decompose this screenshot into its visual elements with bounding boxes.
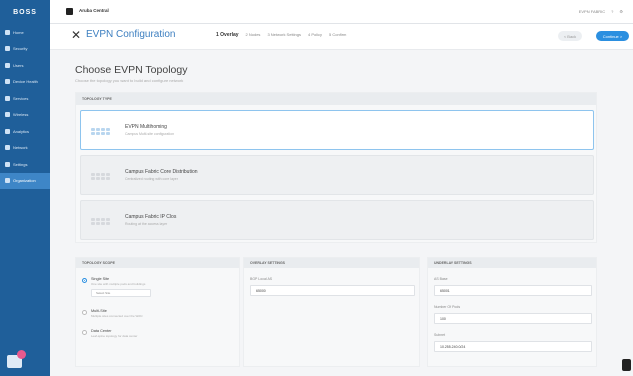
scope-option-multi-site[interactable]: Multi-Site Multiple sites connected over… (82, 309, 142, 318)
sidebar-item-analytics[interactable]: Analytics (0, 123, 50, 140)
sidebar-item-label: Settings (13, 161, 28, 167)
scope-option-label: Multi-Site (91, 309, 107, 313)
home-icon (5, 29, 10, 35)
sidebar-item-device-health[interactable]: Device Health (0, 74, 50, 91)
services-icon (5, 95, 10, 101)
help-chat-icon[interactable] (622, 359, 631, 371)
topology-option-name: EVPN Multihoming (125, 124, 167, 130)
sidebar-logo: BOSS (13, 8, 37, 16)
panel-header: TOPOLOGY TYPE (76, 93, 596, 105)
underlay-settings-panel: UNDERLAY SETTINGS AS Base 65001 Number O… (427, 257, 597, 367)
radio-button[interactable] (82, 330, 87, 335)
sidebar-item-label: Services (13, 95, 29, 101)
sidebar-item-organization[interactable]: Organization (0, 172, 50, 189)
step-network-settings[interactable]: 3 Network Settings (267, 32, 301, 38)
scope-option-desc: One site with multiple pods and building… (91, 282, 146, 286)
app-name: Aruba Central (79, 8, 109, 13)
continue-button[interactable]: Continue > (596, 31, 629, 41)
sidebar-item-wireless[interactable]: Wireless (0, 107, 50, 124)
sidebar-item-label: Organization (13, 178, 36, 184)
gear-icon (5, 161, 10, 167)
as-base-label: AS Base (434, 277, 448, 281)
user-icon (5, 62, 10, 68)
subnet-input[interactable]: 10.255.240.0/24 (434, 341, 592, 352)
topology-option-desc: Centralized routing with core layer (125, 177, 178, 181)
topology-icon (91, 211, 111, 231)
context-selector[interactable]: EVPN FABRIC (579, 9, 605, 14)
scope-option-label: Single Site (91, 277, 110, 281)
topology-scope-panel: TOPOLOGY SCOPE Single Site One site with… (75, 257, 240, 367)
wizard-header: ✕ EVPN Configuration 1 Overlay 2 Nodes 3… (50, 24, 633, 50)
topology-option-multihoming[interactable]: EVPN Multihoming Campus Multi-site confi… (80, 110, 594, 150)
organization-icon (5, 178, 10, 184)
top-bar-actions: EVPN FABRIC ? ⚙ (579, 9, 623, 14)
step-policy[interactable]: 4 Policy (308, 32, 322, 38)
close-icon[interactable]: ✕ (71, 29, 81, 41)
topology-icon (91, 121, 111, 141)
sidebar-item-label: Analytics (13, 128, 30, 134)
sidebar-item-label: Home (13, 29, 24, 35)
app-logo-icon (66, 8, 73, 15)
bgp-local-as-label: BGP Local AS (250, 277, 273, 281)
topology-type-panel: TOPOLOGY TYPE EVPN Multihoming Campus Mu… (75, 92, 597, 243)
topology-option-desc: Routing at the access layer (125, 222, 168, 226)
scope-option-label: Data Center (91, 329, 112, 333)
topology-option-name: Campus Fabric Core Distribution (125, 169, 198, 175)
page-subtitle: Choose the topology you want to build an… (75, 78, 184, 83)
chat-icon[interactable] (7, 350, 26, 368)
sidebar-item-home[interactable]: Home (0, 24, 50, 41)
step-overlay[interactable]: 1 Overlay (216, 32, 239, 38)
step-nodes[interactable]: 2 Nodes (246, 32, 261, 38)
sidebar-item-label: Network (13, 145, 28, 151)
wizard-title: EVPN Configuration (86, 29, 176, 40)
sidebar-item-security[interactable]: Security (0, 41, 50, 58)
panel-header: UNDERLAY SETTINGS (428, 258, 596, 268)
settings-icon[interactable]: ⚙ (619, 9, 623, 14)
top-bar: Aruba Central EVPN FABRIC ? ⚙ (50, 0, 633, 24)
topology-option-core-distribution[interactable]: Campus Fabric Core Distribution Centrali… (80, 155, 594, 195)
sidebar-item-label: Device Health (13, 79, 38, 85)
subnet-label: Subnet (434, 333, 446, 337)
topology-option-ip-clos[interactable]: Campus Fabric IP Clos Routing at the acc… (80, 200, 594, 240)
overlay-settings-panel: OVERLAY SETTINGS BGP Local AS 65000 (243, 257, 420, 367)
network-icon (5, 145, 10, 151)
number-of-pods-input[interactable]: 100 (434, 313, 592, 324)
radio-button[interactable] (82, 278, 87, 283)
device-icon (5, 79, 10, 85)
topology-icon (91, 166, 111, 186)
sidebar-item-services[interactable]: Services (0, 90, 50, 107)
sidebar: BOSS Home Security Users Device Health S… (0, 0, 50, 376)
shield-icon (5, 46, 10, 52)
panel-header: OVERLAY SETTINGS (244, 258, 419, 268)
scope-option-desc: Multiple sites connected over the WAN (91, 314, 143, 318)
number-of-pods-label: Number Of Pods (434, 305, 461, 309)
wifi-icon (5, 112, 10, 118)
scope-option-data-center[interactable]: Data Center Leaf-spine topology for data… (82, 329, 137, 338)
scope-option-single-site[interactable]: Single Site One site with multiple pods … (82, 277, 151, 297)
sidebar-item-users[interactable]: Users (0, 57, 50, 74)
sidebar-item-label: Wireless (13, 112, 29, 118)
scope-option-desc: Leaf-spine topology for data center (91, 334, 138, 338)
topology-option-desc: Campus Multi-site configuration (125, 132, 175, 136)
topology-option-name: Campus Fabric IP Clos (125, 214, 177, 220)
bgp-local-as-input[interactable]: 65000 (250, 285, 415, 296)
wizard-steps: 1 Overlay 2 Nodes 3 Network Settings 4 P… (216, 32, 346, 38)
page-title: Choose EVPN Topology (75, 64, 188, 76)
sidebar-item-settings[interactable]: Settings (0, 156, 50, 173)
back-button[interactable]: < Back (558, 31, 582, 41)
sidebar-item-label: Users (13, 62, 24, 68)
help-icon[interactable]: ? (611, 9, 613, 14)
radio-button[interactable] (82, 310, 87, 315)
step-confirm[interactable]: 5 Confirm (329, 32, 346, 38)
panel-header: TOPOLOGY SCOPE (76, 258, 239, 268)
chart-icon (5, 128, 10, 134)
sidebar-item-network[interactable]: Network (0, 140, 50, 157)
select-site-input[interactable]: Select Site (91, 289, 151, 297)
as-base-input[interactable]: 65001 (434, 285, 592, 296)
notification-badge-icon (17, 350, 26, 359)
sidebar-item-label: Security (13, 46, 28, 52)
